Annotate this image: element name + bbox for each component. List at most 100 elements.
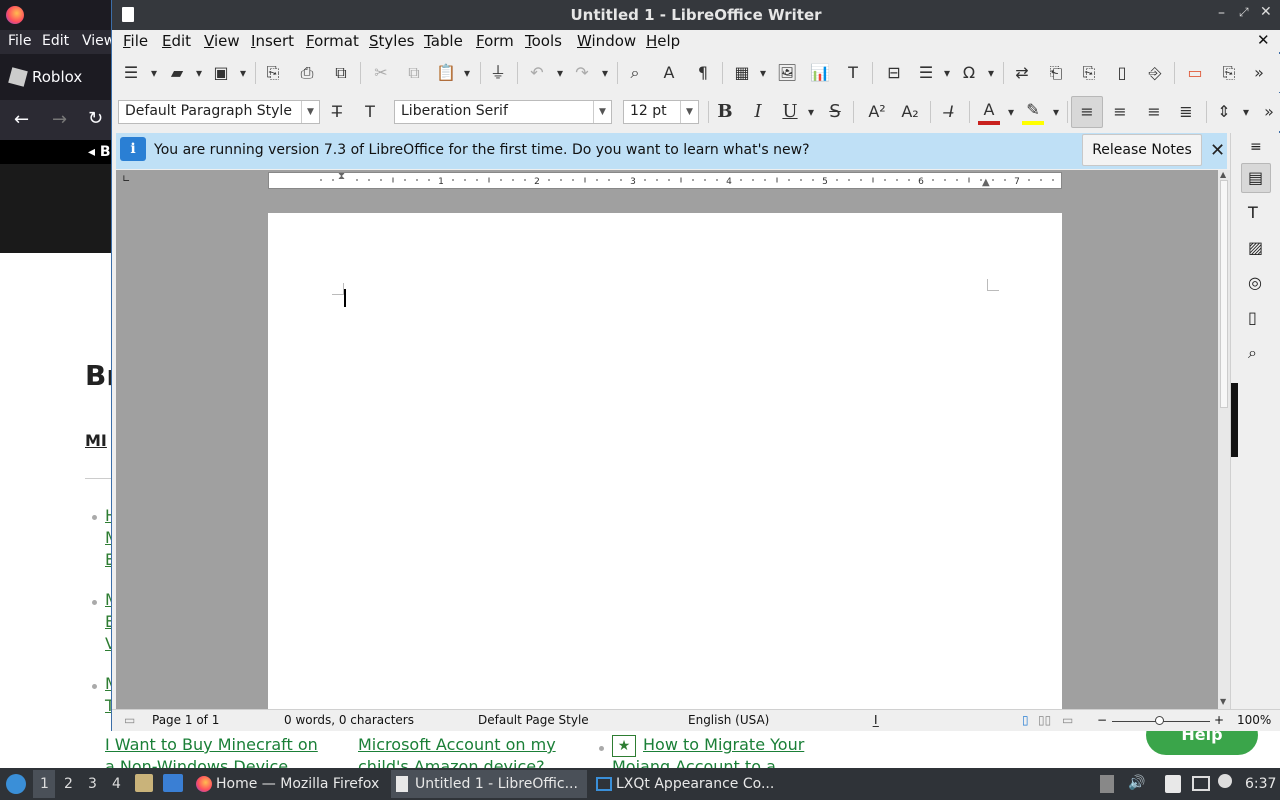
chevron-down-icon[interactable]: ▾	[600, 62, 610, 84]
tab-stop-icon[interactable]: ∟	[122, 174, 130, 185]
multi-page-view-icon[interactable]: ▯▯	[1038, 713, 1051, 727]
footer-link-1-line-2[interactable]: a Non-Windows Device	[105, 756, 288, 768]
sidebar-menu-icon[interactable]: ≡	[1250, 139, 1262, 155]
align-right-icon[interactable]: ≡	[1143, 101, 1165, 123]
task-lxqt-appearance[interactable]: LXQt Appearance Co...	[592, 770, 782, 798]
formatting-marks-icon[interactable]: ¶	[692, 62, 714, 84]
vertical-scrollbar[interactable]: ▲ ▼	[1218, 170, 1230, 709]
new-style-icon[interactable]: T	[359, 101, 381, 123]
clear-formatting-icon[interactable]: I̶	[940, 101, 962, 123]
spelling-icon[interactable]: A	[658, 62, 680, 84]
chevron-down-icon[interactable]: ▾	[149, 62, 159, 84]
chevron-down-icon[interactable]: ▾	[806, 101, 816, 123]
style-inspector-icon[interactable]: ⌕	[1248, 343, 1257, 363]
scroll-down-icon[interactable]: ▼	[1220, 697, 1226, 706]
justify-icon[interactable]: ≣	[1175, 101, 1197, 123]
cut-icon[interactable]: ✂	[370, 62, 392, 84]
export-pdf-icon[interactable]: ⎘	[262, 62, 284, 84]
zoom-level[interactable]: 100%	[1237, 713, 1271, 727]
paste-icon[interactable]: 📋	[435, 62, 457, 84]
menu-tools[interactable]: Tools	[525, 32, 562, 50]
document-page[interactable]	[268, 213, 1062, 709]
chevron-down-icon[interactable]: ▾	[1006, 101, 1016, 123]
strikethrough-icon[interactable]: S	[824, 101, 846, 123]
comment-icon[interactable]: ▭	[1184, 62, 1206, 84]
insert-table-icon[interactable]: ▦	[731, 62, 753, 84]
chevron-down-icon[interactable]: ▾	[758, 62, 768, 84]
notes-icon[interactable]	[1165, 775, 1181, 793]
clone-formatting-icon[interactable]: ⏚	[487, 62, 509, 84]
save-icon[interactable]: ▣	[210, 62, 232, 84]
bookmark-icon[interactable]: ▯	[1111, 62, 1133, 84]
chevron-down-icon[interactable]: ▾	[555, 62, 565, 84]
menu-help[interactable]: Help	[646, 32, 680, 50]
special-character-icon[interactable]: Ω	[958, 62, 980, 84]
chevron-down-icon[interactable]: ▾	[462, 62, 472, 84]
print-preview-icon[interactable]: ⧉	[330, 62, 352, 84]
volume-icon[interactable]: 🔊	[1128, 775, 1145, 791]
zoom-slider-thumb[interactable]	[1155, 716, 1164, 725]
workspace-2[interactable]: 2	[64, 776, 73, 792]
properties-icon[interactable]: ▤	[1248, 168, 1263, 187]
zoom-out-icon[interactable]: −	[1097, 713, 1107, 727]
insert-image-icon[interactable]: 🖼	[776, 62, 798, 84]
menu-styles[interactable]: Styles	[369, 32, 415, 50]
book-view-icon[interactable]: ▭	[1062, 713, 1073, 727]
right-indent-marker[interactable]: ▲	[982, 177, 990, 188]
footer-link-2-line-2[interactable]: child's Amazon device?	[358, 756, 545, 768]
close-document-icon[interactable]: ✕	[1257, 31, 1270, 49]
horizontal-ruler[interactable]: 1 2 3 4 5 6 7 ⧗ ▲	[268, 171, 1062, 189]
more-options-icon[interactable]: »	[1248, 62, 1270, 84]
font-color-icon[interactable]: A	[978, 99, 1000, 121]
hyperlink-icon[interactable]: ⇄	[1011, 62, 1033, 84]
left-indent-marker[interactable]: ⧗	[338, 171, 345, 182]
menu-format[interactable]: Format	[306, 32, 359, 50]
clipboard-icon[interactable]	[1100, 775, 1114, 793]
more-options-icon[interactable]: »	[1258, 101, 1280, 123]
workspace-4[interactable]: 4	[112, 776, 121, 792]
workspace-3[interactable]: 3	[88, 776, 97, 792]
track-changes-icon[interactable]: ⎘	[1218, 62, 1240, 84]
chevron-down-icon[interactable]: ▾	[238, 62, 248, 84]
find-replace-icon[interactable]: ⌕	[624, 62, 646, 84]
footer-link-2-line-1[interactable]: Microsoft Account on my	[358, 734, 556, 756]
undo-icon[interactable]: ↶	[526, 62, 548, 84]
endnote-icon[interactable]: ⎘	[1078, 62, 1100, 84]
print-icon[interactable]: ⎙	[296, 62, 318, 84]
start-menu-icon[interactable]	[6, 774, 26, 794]
paragraph-style-select[interactable]: Default Paragraph Style ▼	[118, 100, 320, 124]
chevron-down-icon[interactable]: ▾	[1241, 101, 1251, 123]
back-arrow-icon[interactable]: ←	[14, 109, 29, 130]
gallery-icon[interactable]: ▨	[1248, 238, 1263, 257]
superscript-icon[interactable]: A²	[866, 101, 888, 123]
font-size-select[interactable]: 12 pt ▼	[623, 100, 699, 124]
menu-table[interactable]: Table	[424, 32, 463, 50]
insert-field-icon[interactable]: ☰	[915, 62, 937, 84]
notification-icon[interactable]	[1218, 774, 1232, 788]
single-page-view-icon[interactable]: ▯	[1022, 713, 1029, 727]
display-icon[interactable]	[1192, 776, 1210, 791]
menu-window[interactable]: Window	[577, 32, 636, 50]
close-window-icon[interactable]: ✕	[1260, 4, 1272, 20]
language[interactable]: English (USA)	[688, 713, 769, 727]
forward-arrow-icon[interactable]: →	[52, 109, 67, 130]
word-count[interactable]: 0 words, 0 characters	[284, 713, 414, 727]
insert-chart-icon[interactable]: 📊	[809, 62, 831, 84]
menu-view[interactable]: View	[204, 32, 240, 50]
insert-textbox-icon[interactable]: T	[842, 62, 864, 84]
zoom-in-icon[interactable]: +	[1214, 713, 1224, 727]
scroll-thumb[interactable]	[1220, 180, 1228, 408]
menu-form[interactable]: Form	[476, 32, 514, 50]
firefox-menu-edit[interactable]: Edit	[42, 33, 69, 49]
maximize-icon[interactable]: ⤢	[1239, 5, 1249, 20]
back-link[interactable]: ◂ B	[88, 144, 111, 160]
navigator-icon[interactable]: ◎	[1248, 273, 1262, 292]
clock[interactable]: 6:37	[1245, 776, 1276, 792]
copy-icon[interactable]: ⧉	[403, 62, 425, 84]
menu-file[interactable]: File	[123, 32, 148, 50]
redo-icon[interactable]: ↷	[571, 62, 593, 84]
task-firefox[interactable]: Home — Mozilla Firefox	[192, 770, 386, 798]
reload-icon[interactable]: ↻	[88, 108, 103, 129]
scroll-up-icon[interactable]: ▲	[1220, 170, 1226, 179]
font-name-select[interactable]: Liberation Serif ▼	[394, 100, 612, 124]
